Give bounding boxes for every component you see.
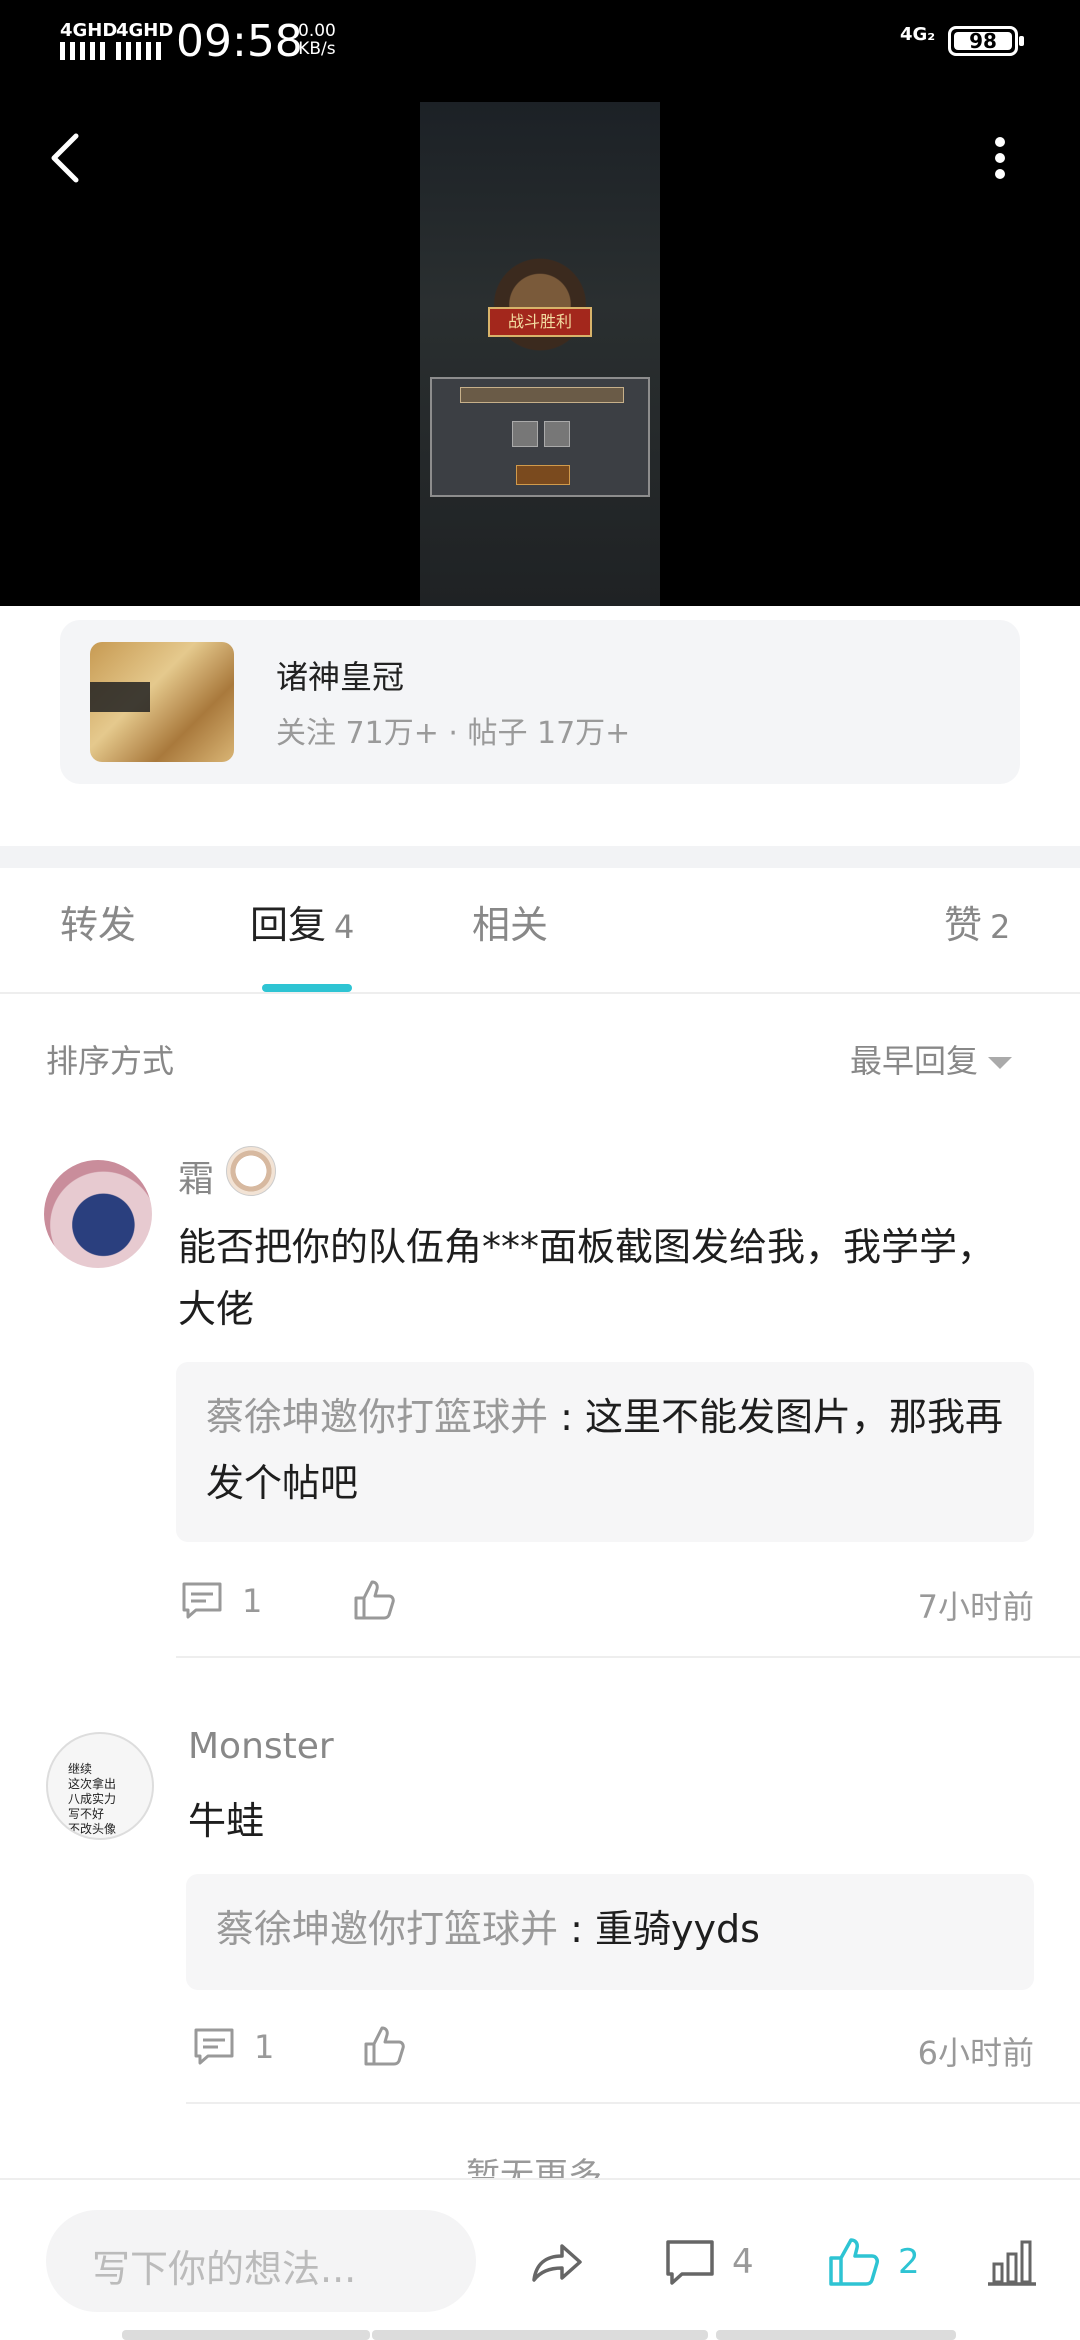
reply-username: 蔡徐坤邀你打篮球并: [216, 1907, 559, 1951]
comment-separator: [176, 1656, 1080, 1658]
forum-stats: 关注 71万+ · 帖子 17万+: [276, 716, 631, 751]
nav-indicator: [372, 2330, 708, 2340]
stats-bar-icon[interactable]: [984, 2236, 1040, 2288]
nav-indicator: [716, 2330, 956, 2340]
comment-time: 7小时前: [917, 1588, 1034, 1626]
like-total: 2: [898, 2242, 920, 2282]
battery-level: 98: [954, 31, 1012, 51]
reply-preview[interactable]: 蔡徐坤邀你打篮球并 : 重骑yyds: [186, 1874, 1034, 1990]
share-icon[interactable]: [528, 2236, 584, 2288]
sort-dropdown[interactable]: 最早回复: [850, 1036, 1013, 1082]
thumbs-up-icon[interactable]: [352, 1578, 396, 1622]
comment-icon[interactable]: [192, 2026, 236, 2066]
post-image[interactable]: 战斗胜利: [420, 102, 660, 606]
tab-related[interactable]: 相关: [472, 900, 548, 950]
comment-icon[interactable]: [180, 1580, 224, 1620]
no-more-hint: 暂无更多: [466, 2156, 602, 2178]
avatar[interactable]: 继续 这次拿出 八成实力 写不好 不改头像: [46, 1732, 154, 1840]
signal-indicator-2: 4GHD: [116, 22, 173, 60]
sort-label: 排序方式: [46, 1042, 175, 1080]
reply-input-placeholder: 写下你的想法...: [92, 2247, 357, 2291]
tab-indicator: [262, 984, 352, 992]
emblem-graphic: [482, 222, 598, 372]
status-time: 09:58: [176, 16, 303, 67]
thumbs-up-icon[interactable]: [826, 2236, 882, 2288]
reply-preview[interactable]: 蔡徐坤邀你打篮球并 : 这里不能发图片，那我再发个帖吧: [176, 1362, 1034, 1542]
reply-text: 重骑yyds: [594, 1907, 760, 1951]
network-speed: 0.00 KB/s: [298, 21, 336, 59]
tab-replies[interactable]: 回复 4: [250, 900, 354, 952]
thumbs-up-icon[interactable]: [362, 2024, 406, 2068]
more-button[interactable]: [980, 130, 1020, 186]
comment-username[interactable]: Monster: [188, 1726, 334, 1767]
comment-text: 牛蛙: [188, 1799, 265, 1843]
user-badge-icon: [226, 1146, 276, 1196]
forum-thumbnail: [90, 642, 234, 762]
battery-icon: 98: [948, 26, 1024, 56]
forum-card[interactable]: [60, 620, 1020, 784]
comment-total: 4: [732, 2242, 754, 2282]
reward-panel: [430, 377, 650, 497]
more-vertical-icon: [995, 137, 1005, 179]
comment-username[interactable]: 霜: [178, 1150, 214, 1202]
signal-indicator-1: 4GHD: [60, 22, 117, 60]
victory-banner: 战斗胜利: [488, 307, 592, 337]
comment-count: 1: [254, 2028, 275, 2066]
reply-input[interactable]: 写下你的想法...: [46, 2210, 476, 2312]
comment-text: 能否把你的队伍角***面板截图发给我，我学学，大佬: [178, 1225, 996, 1331]
comment-separator: [186, 2102, 1080, 2104]
section-divider: [0, 846, 1080, 868]
caret-down-icon: [988, 1057, 1013, 1069]
network-type: 4G₂: [900, 24, 936, 45]
comment-time: 6小时前: [917, 2034, 1034, 2072]
back-chevron-icon: [51, 133, 79, 183]
status-bar: 4GHD 4GHD 09:58 0.00 KB/s 4G₂ 98: [0, 0, 1080, 84]
forum-name: 诸神皇冠: [276, 658, 405, 696]
back-button[interactable]: [40, 130, 96, 186]
tab-divider: [0, 992, 1080, 994]
comment-count: 1: [242, 1582, 263, 1620]
nav-indicator: [122, 2330, 370, 2340]
reply-username: 蔡徐坤邀你打篮球并: [206, 1395, 549, 1439]
comment-icon[interactable]: [662, 2236, 718, 2288]
avatar[interactable]: [44, 1160, 152, 1268]
tab-forward[interactable]: 转发: [60, 900, 136, 950]
tab-likes[interactable]: 赞2: [944, 900, 1010, 952]
